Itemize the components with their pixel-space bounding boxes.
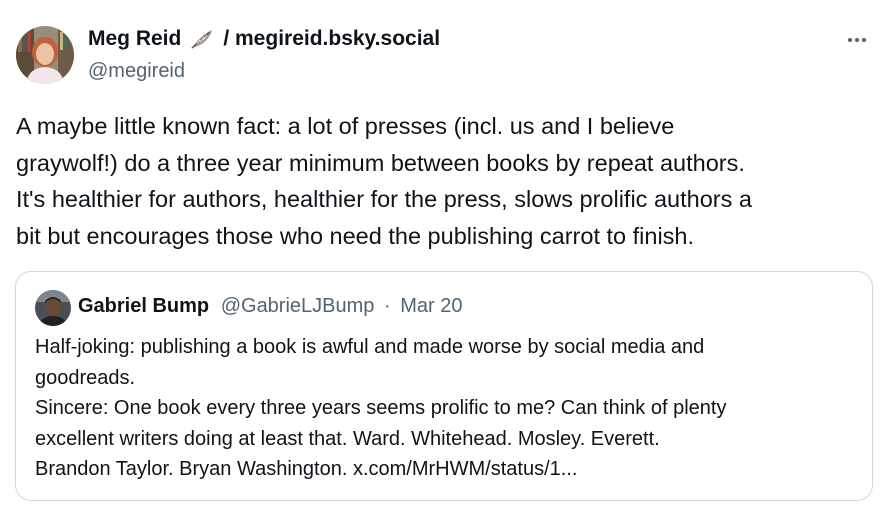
author-name-row[interactable]: Meg Reid / megireid.bsky.social <box>88 27 440 51</box>
quoted-author-handle[interactable]: @GabrieLJBump <box>221 295 375 317</box>
tweet-text-line: It's healthier for authors, healthier fo… <box>16 186 752 212</box>
quoted-text-line: Sincere: One book every three years seem… <box>35 397 727 419</box>
tweet[interactable]: Meg Reid / megireid.bsky.social @megirei… <box>0 0 886 516</box>
author-name[interactable]: Meg Reid <box>88 27 181 51</box>
quoted-text-line: Half-joking: publishing a book is awful … <box>35 336 705 358</box>
more-options-button[interactable] <box>842 28 872 52</box>
more-horizontal-icon <box>848 38 852 42</box>
tweet-text-line: A maybe little known fact: a lot of pres… <box>16 113 675 139</box>
quoted-separator: · <box>383 295 391 317</box>
author-handle[interactable]: @megireid <box>88 60 185 83</box>
quoted-author-avatar[interactable] <box>35 290 71 326</box>
tweet-text-line: graywolf!) do a three year minimum betwe… <box>16 149 745 176</box>
tweet-text: A maybe little known fact: a lot of pres… <box>16 108 876 254</box>
feather-emoji-icon <box>189 27 215 51</box>
author-name-suffix: / megireid.bsky.social <box>223 27 441 50</box>
quoted-text-line: goodreads. <box>35 366 136 389</box>
quoted-date[interactable]: Mar 20 <box>400 295 462 317</box>
quoted-text-line: excellent writers doing at least that. W… <box>35 427 660 450</box>
quoted-text: Half-joking: publishing a book is awful … <box>35 332 865 485</box>
tweet-text-line: bit but encourages those who need the pu… <box>16 222 695 249</box>
quoted-author-name[interactable]: Gabriel Bump <box>78 295 209 317</box>
author-avatar[interactable] <box>16 26 74 84</box>
quoted-text-line: Brandon Taylor. Bryan Washington. x.com/… <box>35 458 578 480</box>
quoted-header: Gabriel Bump @GabrieLJBump · Mar 20 <box>78 295 462 318</box>
quoted-tweet[interactable]: Gabriel Bump @GabrieLJBump · Mar 20 Half… <box>15 271 873 501</box>
